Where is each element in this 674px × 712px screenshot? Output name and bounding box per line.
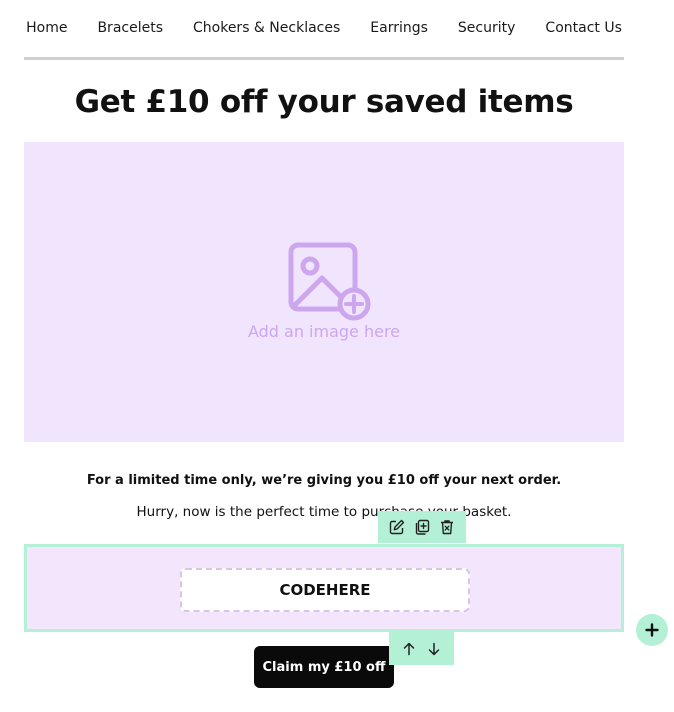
nav-item-earrings[interactable]: Earrings [370, 20, 428, 36]
delete-icon[interactable] [439, 519, 455, 535]
edit-icon[interactable] [389, 519, 405, 535]
plus-icon [645, 623, 659, 637]
image-placeholder-label: Add an image here [247, 322, 401, 341]
nav-divider [24, 57, 624, 60]
block-edit-toolbar [378, 511, 466, 543]
nav-item-chokers-necklaces[interactable]: Chokers & Necklaces [193, 20, 340, 36]
image-add-icon[interactable] [288, 242, 372, 322]
page-headline[interactable]: Get £10 off your saved items [24, 84, 624, 120]
arrow-up-icon[interactable] [401, 641, 417, 657]
nav-item-security[interactable]: Security [458, 20, 516, 36]
block-move-toolbar [389, 632, 454, 665]
claim-offer-button[interactable]: Claim my £10 off [254, 646, 394, 688]
discount-code-box[interactable]: CODEHERE [180, 568, 470, 612]
sub-text[interactable]: Hurry, now is the perfect time to purcha… [24, 504, 624, 520]
top-navigation: Home Bracelets Chokers & Necklaces Earri… [24, 0, 624, 56]
promo-text[interactable]: For a limited time only, we’re giving yo… [24, 473, 624, 488]
add-block-button[interactable] [636, 614, 668, 646]
nav-item-bracelets[interactable]: Bracelets [97, 20, 163, 36]
arrow-down-icon[interactable] [426, 641, 442, 657]
nav-item-home[interactable]: Home [26, 20, 67, 36]
nav-item-contact-us[interactable]: Contact Us [545, 20, 621, 36]
duplicate-icon[interactable] [414, 519, 430, 535]
